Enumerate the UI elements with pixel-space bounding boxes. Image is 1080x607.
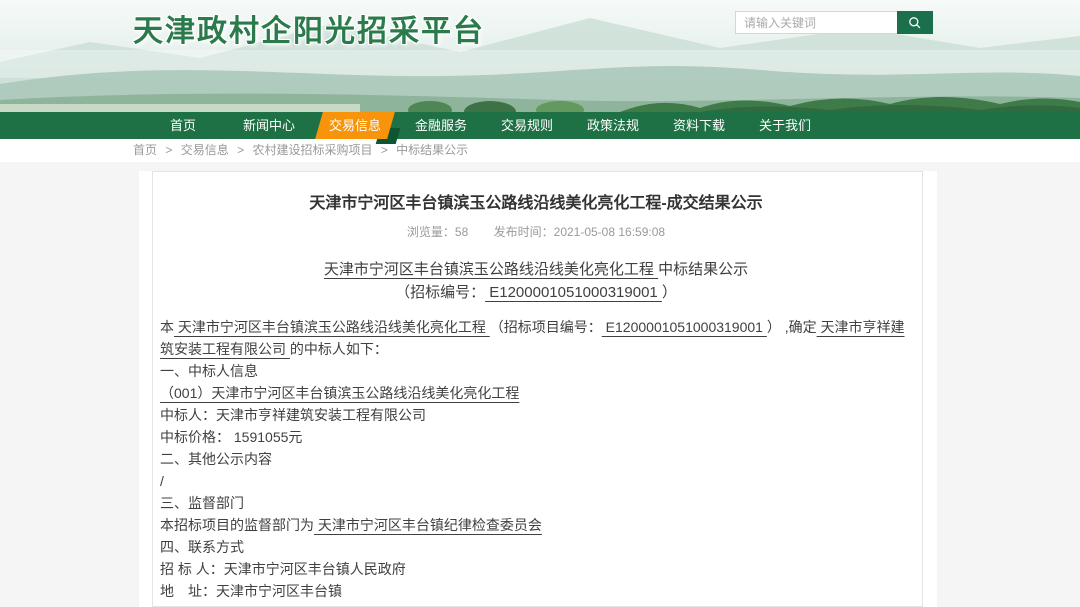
announcement-body: 本 天津市宁河区丰台镇滨玉公路线沿线美化亮化工程 （招标项目编号： E12000… <box>160 316 912 602</box>
nav-list: 首页 新闻中心 交易信息 金融服务 交易规则 政策法规 资料下载 <box>0 112 1080 139</box>
nav-item-home[interactable]: 首页 <box>140 112 226 139</box>
site-header: 天津政村企阳光招采平台 <box>0 0 1080 112</box>
intro-paragraph: 本 天津市宁河区丰台镇滨玉公路线沿线美化亮化工程 （招标项目编号： E12000… <box>160 316 912 360</box>
lot-line: （001）天津市宁河区丰台镇滨玉公路线沿线美化亮化工程 <box>160 382 912 404</box>
nav-item-label: 新闻中心 <box>243 118 295 133</box>
intro-pre: 本 <box>160 319 174 335</box>
nav-item-label: 资料下载 <box>673 118 725 133</box>
lot-project-name: （001）天津市宁河区丰台镇滨玉公路线沿线美化亮化工程 <box>160 385 519 401</box>
price-label: 中标价格： <box>160 429 230 445</box>
tender-number-prefix: （招标编号： <box>395 284 485 301</box>
content-container: 天津市宁河区丰台镇滨玉公路线沿线美化亮化工程-成交结果公示 浏览量：58 发布时… <box>139 171 937 607</box>
breadcrumb-item-trade-info[interactable]: 交易信息 <box>181 143 229 157</box>
tender-number: E1200001051000319001 <box>485 284 662 301</box>
breadcrumb: 首页 > 交易信息 > 农村建设招标采购项目 > 中标结果公示 <box>0 139 1080 162</box>
breadcrumb-bar: 首页 > 交易信息 > 农村建设招标采购项目 > 中标结果公示 <box>0 139 1080 162</box>
publish-time-label: 发布时间： <box>494 225 554 239</box>
nav-item-downloads[interactable]: 资料下载 <box>656 112 742 139</box>
tender-number-suffix: ） <box>662 284 677 301</box>
views-label: 浏览量： <box>407 225 455 239</box>
address-line: 地 址：天津市宁河区丰台镇 <box>160 580 912 602</box>
views-count: 58 <box>455 225 468 239</box>
tenderer-label: 招 标 人： <box>160 561 224 577</box>
search-input[interactable] <box>735 11 897 34</box>
nav-item-trade-rules[interactable]: 交易规则 <box>484 112 570 139</box>
breadcrumb-separator: > <box>381 143 388 157</box>
winner-line: 中标人：天津市亨祥建筑安装工程有限公司 <box>160 404 912 426</box>
announcement-meta: 浏览量：58 发布时间：2021-05-08 16:59:08 <box>160 223 912 240</box>
site-title: 天津政村企阳光招采平台 <box>133 6 485 50</box>
breadcrumb-item-result-notice[interactable]: 中标结果公示 <box>396 143 468 157</box>
announcement-subtitle: 天津市宁河区丰台镇滨玉公路线沿线美化亮化工程 中标结果公示 <box>160 259 912 280</box>
publish-time: 2021-05-08 16:59:08 <box>554 225 665 239</box>
search-icon <box>907 15 923 31</box>
breadcrumb-separator: > <box>165 143 172 157</box>
announcement-title: 天津市宁河区丰台镇滨玉公路线沿线美化亮化工程-成交结果公示 <box>160 192 912 216</box>
breadcrumb-item-home[interactable]: 首页 <box>133 143 157 157</box>
subtitle-project-name: 天津市宁河区丰台镇滨玉公路线沿线美化亮化工程 <box>324 261 658 278</box>
announcement-card: 天津市宁河区丰台镇滨玉公路线沿线美化亮化工程-成交结果公示 浏览量：58 发布时… <box>152 171 923 607</box>
price-line: 中标价格： 1591055元 <box>160 426 912 448</box>
nav-item-label: 金融服务 <box>415 118 467 133</box>
nav-item-trade-info[interactable]: 交易信息 <box>312 112 398 139</box>
page: 天津政村企阳光招采平台 首页 新闻中心 交易信息 <box>0 0 1080 607</box>
tenderer-value: 天津市宁河区丰台镇人民政府 <box>224 561 406 577</box>
nav-item-about[interactable]: 关于我们 <box>742 112 828 139</box>
winner-value: 天津市亨祥建筑安装工程有限公司 <box>216 407 426 423</box>
nav-item-finance[interactable]: 金融服务 <box>398 112 484 139</box>
tenderer-line: 招 标 人：天津市宁河区丰台镇人民政府 <box>160 558 912 580</box>
section2-heading: 二、其他公示内容 <box>160 448 912 470</box>
nav-item-label: 交易规则 <box>501 118 553 133</box>
intro-mid2: ） ,确定 <box>767 319 817 335</box>
search-button[interactable] <box>897 11 933 34</box>
tender-number-line: （招标编号： E1200001051000319001 ） <box>160 282 912 303</box>
address-value: 天津市宁河区丰台镇 <box>216 583 342 599</box>
nav-item-policy[interactable]: 政策法规 <box>570 112 656 139</box>
intro-post: 的中标人如下： <box>290 341 388 357</box>
section2-content: / <box>160 470 912 492</box>
search-bar <box>735 11 933 34</box>
intro-mid: （招标项目编号： <box>490 319 602 335</box>
nav-item-label: 交易信息 <box>329 118 381 133</box>
supervisor-prefix: 本招标项目的监督部门为 <box>160 517 314 533</box>
section1-heading: 一、中标人信息 <box>160 360 912 382</box>
section4-heading: 四、联系方式 <box>160 536 912 558</box>
subtitle-suffix: 中标结果公示 <box>658 261 748 278</box>
intro-project-name: 天津市宁河区丰台镇滨玉公路线沿线美化亮化工程 <box>174 319 490 335</box>
breadcrumb-separator: > <box>237 143 244 157</box>
supervisor-name: 天津市宁河区丰台镇纪律检查委员会 <box>314 517 542 533</box>
page-body: 天津市宁河区丰台镇滨玉公路线沿线美化亮化工程-成交结果公示 浏览量：58 发布时… <box>0 162 1080 607</box>
intro-project-code: E1200001051000319001 <box>602 319 767 335</box>
address-label: 地 址： <box>160 583 216 599</box>
section3-heading: 三、监督部门 <box>160 492 912 514</box>
nav-item-label: 首页 <box>170 118 196 133</box>
nav-item-news[interactable]: 新闻中心 <box>226 112 312 139</box>
winner-label: 中标人： <box>160 407 216 423</box>
supervisor-line: 本招标项目的监督部门为 天津市宁河区丰台镇纪律检查委员会 <box>160 514 912 536</box>
nav-item-label: 政策法规 <box>587 118 639 133</box>
main-nav: 首页 新闻中心 交易信息 金融服务 交易规则 政策法规 资料下载 <box>0 112 1080 139</box>
nav-item-label: 关于我们 <box>759 118 811 133</box>
price-value: 1591055元 <box>230 429 302 445</box>
breadcrumb-item-rural-projects[interactable]: 农村建设招标采购项目 <box>252 143 372 157</box>
